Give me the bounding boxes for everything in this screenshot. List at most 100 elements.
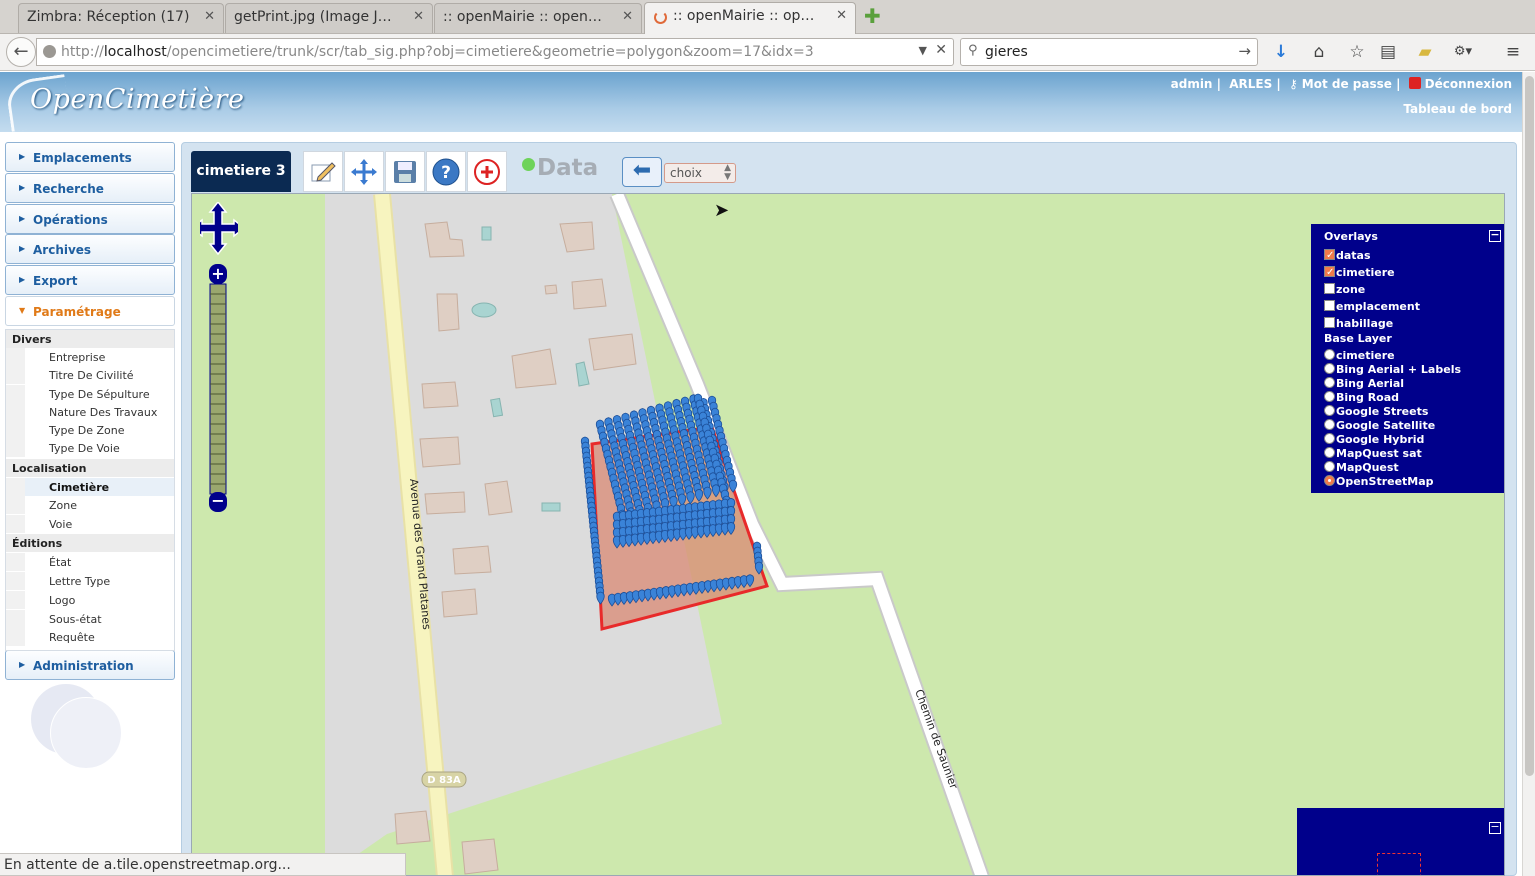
radio-button[interactable] [1324,447,1335,458]
app-logo[interactable]: OpenCimetière [30,84,245,115]
minimize-icon[interactable]: − [1489,229,1501,242]
radio-button[interactable] [1324,349,1335,360]
edit-icon[interactable] [303,151,343,192]
menu-export[interactable]: ▶ Export [5,265,175,295]
subitem-lettre-type[interactable]: Lettre Type [6,572,174,590]
tab-openmairie-openex[interactable]: :: openMairie :: openEx... ✕ [434,3,642,33]
back-arrow-icon[interactable]: ← [6,37,36,67]
menu-emplacements[interactable]: ▶ Emplacements [5,142,175,172]
close-icon[interactable]: ✕ [204,9,215,24]
back-arrow-icon[interactable]: ⬅ [622,157,662,187]
subitem-sous-etat[interactable]: Sous-état [6,610,174,628]
checkbox[interactable] [1324,283,1335,294]
zoom-bar[interactable] [209,283,227,495]
layer-label: cimetiere [1336,349,1395,362]
map-canvas[interactable]: Avenue des Grand Platanes Chemin de Saun… [192,194,1505,876]
base-layer-bing-aerial[interactable]: Bing Aerial [1324,377,1504,391]
radio-button[interactable] [1324,461,1335,472]
collectivite-link[interactable]: ARLES [1229,77,1272,91]
base-layer-bing-aerial-labels[interactable]: Bing Aerial + Labels [1324,363,1504,377]
close-icon[interactable]: ✕ [836,8,847,23]
radio-button[interactable] [1324,475,1335,486]
search-value: gieres [985,44,1028,60]
base-layer-google-streets[interactable]: Google Streets [1324,405,1504,419]
menu-icon[interactable]: ≡ [1502,41,1524,63]
move-icon[interactable] [344,151,384,192]
checkbox[interactable] [1324,317,1335,328]
menu-parametrage[interactable]: ▼ Paramétrage [5,296,175,326]
subitem-voie[interactable]: Voie [6,515,174,533]
chevron-down-icon[interactable]: ▼ [919,44,927,57]
pan-zoom-control[interactable]: + − [200,202,238,512]
subitem-cimetiere[interactable]: Cimetière [6,478,174,496]
save-icon[interactable] [385,151,425,192]
subitem-entreprise[interactable]: Entreprise [6,348,174,366]
checkbox[interactable] [1324,247,1335,264]
page-scrollbar[interactable] [1522,72,1535,876]
dashboard-link[interactable]: Tableau de bord [1403,102,1512,116]
base-layer-mapquest-sat[interactable]: MapQuest sat [1324,447,1504,461]
download-icon[interactable]: ↓ [1270,41,1292,63]
overlay-cimetiere[interactable]: cimetiere [1324,264,1504,281]
layer-label: OpenStreetMap [1336,475,1434,488]
subitem-nature-travaux[interactable]: Nature Des Travaux [6,403,174,421]
base-layer-mapquest[interactable]: MapQuest [1324,461,1504,475]
scrollbar-thumb[interactable] [1525,76,1534,776]
layer-select[interactable]: choix ▲ ▼ [664,163,736,183]
tab-getprint[interactable]: getPrint.jpg (Image JPE... ✕ [225,3,433,33]
close-icon[interactable]: ✕ [413,9,424,24]
subitem-titre-civilite[interactable]: Titre De Civilité [6,366,174,384]
base-layer-openstreetmap[interactable]: OpenStreetMap [1324,475,1504,489]
close-icon[interactable]: ✕ [622,9,633,24]
bookmarks-list-icon[interactable]: ▤ [1377,41,1399,63]
checkbox[interactable] [1324,264,1335,281]
checkbox[interactable] [1324,300,1335,311]
subitem-logo[interactable]: Logo [6,591,174,609]
new-tab-icon[interactable]: ✚ [864,6,882,26]
overlay-emplacement[interactable]: emplacement [1324,298,1504,315]
folder-icon[interactable]: ▰ [1414,41,1436,63]
radio-button[interactable] [1324,391,1335,402]
base-layer-google-satellite[interactable]: Google Satellite [1324,419,1504,433]
layer-label: Google Satellite [1336,419,1436,432]
radio-button[interactable] [1324,363,1335,374]
add-point-icon[interactable] [467,151,507,192]
home-icon[interactable]: ⌂ [1308,41,1330,63]
subitem-type-voie[interactable]: Type De Voie [6,439,174,457]
overlay-zone[interactable]: zone [1324,281,1504,298]
radio-button[interactable] [1324,433,1335,444]
logout-link[interactable]: Déconnexion [1425,77,1512,91]
subitem-type-zone[interactable]: Type De Zone [6,421,174,439]
subitem-type-sepulture[interactable]: Type De Sépulture [6,385,174,403]
pan-arrows-icon[interactable] [200,202,238,256]
url-bar[interactable]: http://localhost/opencimetiere/trunk/scr… [36,38,954,66]
subitem-requete[interactable]: Requête [6,628,174,646]
bookmark-star-icon[interactable]: ☆ [1346,41,1368,63]
search-go-icon[interactable]: → [1238,42,1251,60]
help-icon[interactable]: ? [426,151,466,192]
search-input[interactable]: ⚲ gieres → [960,38,1258,66]
base-layer-bing-road[interactable]: Bing Road [1324,391,1504,405]
subitem-zone[interactable]: Zone [6,496,174,514]
subitem-etat[interactable]: État [6,553,174,571]
overlay-datas[interactable]: datas [1324,247,1504,264]
radio-button[interactable] [1324,419,1335,430]
minimize-icon[interactable]: − [1489,821,1501,834]
radio-button[interactable] [1324,405,1335,416]
radio-button[interactable] [1324,377,1335,388]
menu-recherche[interactable]: ▶ Recherche [5,173,175,203]
menu-archives[interactable]: ▶ Archives [5,234,175,264]
base-layer-cimetiere[interactable]: cimetiere [1324,349,1504,363]
stop-icon[interactable]: ✕ [935,42,947,58]
menu-operations[interactable]: ▶ Opérations [5,204,175,234]
password-link[interactable]: Mot de passe [1302,77,1392,91]
extension-icon[interactable]: ⚙▾ [1452,41,1474,63]
menu-administration[interactable]: ▶ Administration [5,650,175,680]
overview-map[interactable]: − [1297,808,1504,875]
tab-zimbra[interactable]: Zimbra: Réception (17) ✕ [18,3,224,33]
tab-openmairie-active[interactable]: :: openMairie :: open... ✕ [644,2,856,34]
overlay-habillage[interactable]: habillage [1324,315,1504,332]
user-link[interactable]: admin [1171,77,1213,91]
map-viewport[interactable]: Avenue des Grand Platanes Chemin de Saun… [191,193,1505,876]
base-layer-google-hybrid[interactable]: Google Hybrid [1324,433,1504,447]
